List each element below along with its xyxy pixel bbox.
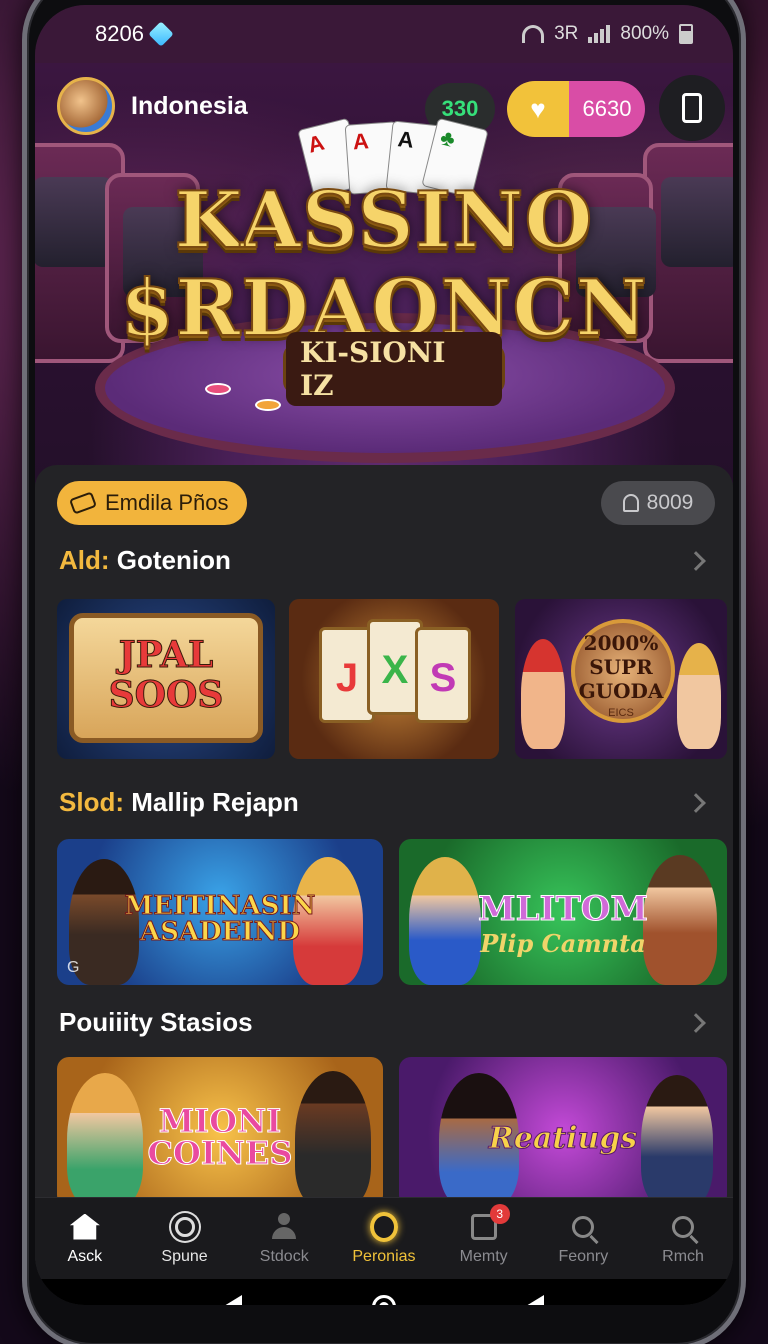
ticket-icon [68,491,98,515]
promo-button[interactable]: Emdila Pños [57,481,247,525]
nav-item-home[interactable]: Asck [37,1212,133,1266]
user-icon [270,1212,298,1241]
nav-label: Stdock [259,1247,309,1265]
back-icon[interactable] [224,1295,242,1305]
section-title: Pouiiity Stasios [59,1007,253,1038]
game-tile[interactable]: MLITOM Plip Camnta [399,839,727,985]
home-button-icon[interactable] [372,1295,396,1305]
game-tile-title: Reatiugs [488,1121,638,1157]
chip-icon [255,399,281,411]
device-menu-button[interactable] [659,75,725,141]
notification-badge: 3 [489,1203,510,1224]
section-title: Slod: Mallip Rejapn [59,787,299,818]
nav-item-spune[interactable]: Spune [137,1212,233,1266]
nav-item-memty[interactable]: 3 Memty [436,1203,532,1266]
section-title-text: Gotenion [116,545,231,575]
nav-item-stdock[interactable]: Stdock [236,1212,332,1266]
provider-badge: G [67,959,80,976]
game-tile[interactable]: 2000% SUPR GUODA EICS [515,599,727,759]
nav-item-rmch[interactable]: Rmch [635,1212,731,1266]
status-time: 8206 [95,21,144,46]
game-tile-title: MIONI COINES [147,1102,293,1172]
ring-icon [369,1211,398,1242]
nav-label: Asck [67,1247,103,1265]
diamond-icon [148,21,174,47]
hero-title-line1: KASSINO [174,174,594,267]
game-tile-title: MLITOM [478,889,649,930]
country-label: Indonesia [131,91,248,120]
battery-icon [679,24,693,44]
notification-count: 8009 [646,491,694,514]
nav-label: Feonry [558,1247,609,1265]
hero-subtitle-badge: KI-SIONI IZ [283,332,505,406]
heart-icon: ♥ [530,93,546,124]
nav-item-feonry[interactable]: Feonry [535,1212,631,1266]
hero-banner[interactable]: Indonesia 330 ♥ 6630 A A A ♣ KASSINO $RD… [35,63,733,483]
section-title-text: Mallip Rejapn [131,787,299,817]
game-tile[interactable]: MEITINASIN ASADEIND G [57,839,383,985]
carrier-text: 3R [554,23,579,44]
notification-count-pill[interactable]: 8009 [601,481,715,525]
section-title-text: Pouiiity Stasios [59,1007,253,1037]
game-tile-title: 2000% SUPR GUODA [578,631,664,703]
chevron-right-icon[interactable] [686,792,706,813]
nav-label: Peronias [352,1247,416,1265]
search-icon [672,1215,695,1238]
promo-label: Emdila Pños [105,490,229,515]
hero-subtitle: KI-SIONI IZ [286,332,502,406]
home-icon [69,1213,100,1240]
section-header[interactable]: Slod: Mallip Rejapn [59,787,709,818]
nav-label: Rmch [662,1247,704,1265]
content-panel: Emdila Pños 8009 Ald: Gotenion JPALSOOS [35,465,733,1305]
coin-balance[interactable]: ♥ 6630 [507,81,645,137]
coin-value: 6630 [569,81,645,137]
game-tile[interactable]: JPAL SOOS [57,599,275,759]
recents-icon[interactable] [526,1295,544,1305]
game-tile-caption: EICS [608,707,634,719]
phone-frame: 8206 3R 800% Indonesia 330 ♥ 6630 A A A … [22,0,746,1344]
chevron-right-icon[interactable] [686,1012,706,1033]
nav-label: Spune [161,1247,208,1265]
app-screen: 8206 3R 800% Indonesia 330 ♥ 6630 A A A … [35,5,733,1305]
game-tile-subtitle: Plip Camnta [480,929,646,958]
nav-item-peronias[interactable]: Peronias [336,1211,432,1266]
section-title: Ald: Gotenion [59,545,231,576]
wifi-icon [522,25,545,43]
phone-icon [682,93,702,123]
profile-area[interactable]: Indonesia [57,77,248,135]
signal-icon [588,25,611,43]
game-tile-title: JPAL SOOS [108,634,224,716]
reel-symbol: S [415,627,471,723]
game-tile[interactable]: Reatiugs [399,1057,727,1207]
system-navigation-bar [35,1279,733,1305]
bottom-navigation: Asck Spune Stdock Peronias 3 Memty Feonr… [35,1197,733,1279]
chip-icon [205,383,231,395]
sun-icon [174,1216,195,1237]
status-bar: 8206 3R 800% [35,5,733,63]
chevron-right-icon[interactable] [686,550,706,571]
section-header[interactable]: Pouiiity Stasios [59,1007,709,1038]
game-tile[interactable]: J X S [289,599,499,759]
avatar[interactable] [57,77,115,135]
nav-label: Memty [459,1247,508,1265]
section-accent: Slod: [59,787,124,817]
section-header[interactable]: Ald: Gotenion [59,545,709,576]
battery-percent: 800% [620,23,669,44]
game-tile[interactable]: MIONI COINES [57,1057,383,1207]
section-accent: Ald: [59,545,110,575]
bell-icon [622,494,639,512]
search-icon [572,1215,595,1238]
game-tile-title: MEITINASIN ASADEIND [124,891,316,947]
